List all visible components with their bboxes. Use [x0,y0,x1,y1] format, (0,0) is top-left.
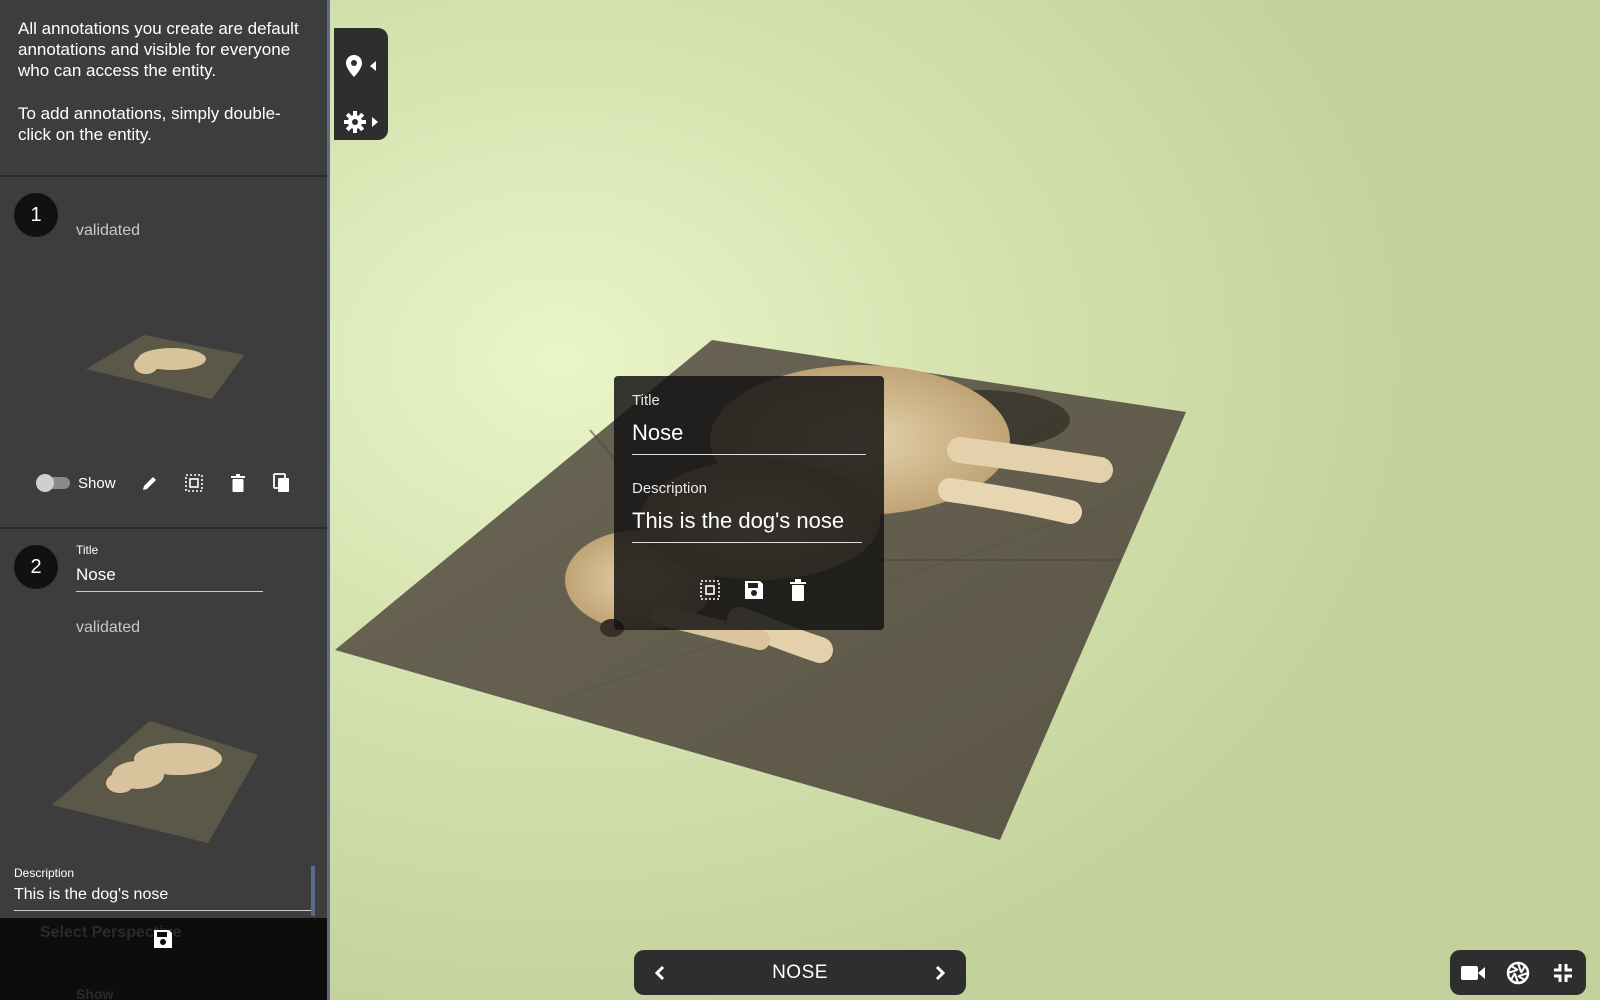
chevron-left-icon [370,61,376,71]
settings-toggle-button[interactable] [338,104,384,140]
copy-icon[interactable] [260,469,304,497]
previous-annotation-button[interactable] [634,950,686,995]
annotation-card-actions: Show [36,469,304,497]
popup-description-label: Description [632,480,708,497]
view-controls [1450,950,1586,995]
current-annotation-title: NOSE [772,961,828,983]
intro-text-2: To add annotations, simply double-click … [18,104,281,144]
chevron-right-icon [372,117,378,127]
popup-title-label: Title [632,392,660,409]
select-area-icon[interactable] [688,576,732,604]
description-label: Description [14,866,75,880]
chevron-left-icon [654,965,665,980]
annotation-thumbnail[interactable] [50,719,260,845]
compress-icon [1554,963,1573,982]
annotation-status: validated [76,619,141,636]
screenshot-button[interactable] [1500,959,1536,987]
annotations-toggle-button[interactable] [338,48,384,84]
title-label: Title [76,543,99,557]
annotation-card-1[interactable]: 1 validated Show [0,177,327,527]
save-icon[interactable] [732,576,776,604]
gear-icon [344,111,366,133]
side-toolbar [334,28,388,140]
annotation-navigator: NOSE [634,950,966,995]
trash-icon[interactable] [776,576,820,604]
aperture-icon [1506,961,1530,984]
annotations-sidebar: All annotations you create are default a… [0,0,330,1000]
exit-fullscreen-button[interactable] [1545,959,1581,987]
intro-text-1: All annotations you create are default a… [18,19,299,80]
show-toggle[interactable] [36,474,70,492]
title-field[interactable]: Nose [76,565,263,592]
description-field[interactable]: This is the dog's nose [14,886,312,911]
trash-icon[interactable] [216,469,260,497]
camera-icon [1460,965,1485,980]
annotation-thumbnail[interactable] [84,329,244,401]
map-marker-icon [346,55,362,77]
popup-description-field[interactable]: This is the dog's nose [632,508,862,543]
annotation-number: 1 [14,193,58,237]
sidebar-intro: All annotations you create are default a… [0,0,327,145]
show-ghost: Show [76,986,114,1000]
show-label: Show [78,474,116,492]
annotation-card-2[interactable]: 2 Title Nose validated Description This … [0,529,327,919]
pencil-icon[interactable] [128,469,172,497]
sidebar-footer: Select Perspective Show [0,918,327,1000]
save-button[interactable] [152,928,174,955]
annotation-popup: Title Nose Description This is the dog's… [614,376,884,630]
chevron-right-icon [935,965,946,980]
save-icon [154,930,172,948]
sidebar-scrollbar[interactable] [311,866,315,916]
annotation-number: 2 [14,545,58,589]
popup-title-field[interactable]: Nose [632,420,866,455]
annotation-status: validated [76,222,141,239]
next-annotation-button[interactable] [914,950,966,995]
popup-actions [688,576,820,604]
camera-button[interactable] [1455,959,1491,987]
select-area-icon[interactable] [172,469,216,497]
